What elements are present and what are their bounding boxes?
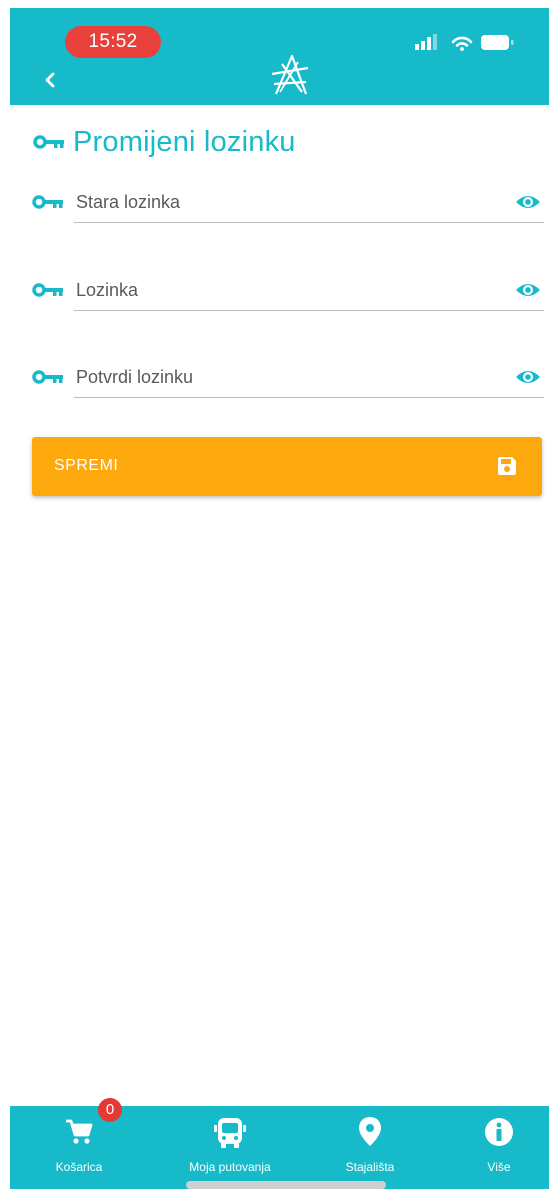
key-icon bbox=[32, 195, 63, 209]
nav-item-vise[interactable]: Više bbox=[464, 1106, 534, 1189]
key-icon bbox=[33, 135, 64, 149]
eye-icon[interactable] bbox=[514, 367, 542, 387]
cart-badge: 0 bbox=[98, 1098, 122, 1122]
confirm-password-field-row bbox=[32, 357, 544, 401]
nav-item-kosarica[interactable]: 0 Košarica bbox=[32, 1098, 126, 1189]
key-icon bbox=[32, 283, 63, 297]
nav-item-stajalista[interactable]: Stajališta bbox=[328, 1106, 412, 1189]
app-logo-icon bbox=[271, 54, 309, 95]
floppy-disk-icon bbox=[498, 457, 516, 475]
key-icon bbox=[32, 370, 63, 384]
nav-item-moja-putovanja[interactable]: Moja putovanja bbox=[168, 1106, 292, 1189]
new-password-input[interactable] bbox=[74, 270, 544, 311]
old-password-input[interactable] bbox=[74, 182, 544, 223]
signal-wifi-battery-icon bbox=[415, 34, 514, 51]
nav-label-stajalista: Stajališta bbox=[345, 1160, 395, 1174]
back-button[interactable] bbox=[42, 68, 58, 92]
old-password-field-row bbox=[32, 182, 544, 226]
page-title: Promijeni lozinku bbox=[73, 125, 296, 158]
status-icons bbox=[401, 30, 521, 54]
nav-label-kosarica: Košarica bbox=[55, 1160, 103, 1174]
home-indicator[interactable] bbox=[186, 1181, 386, 1189]
eye-icon[interactable] bbox=[514, 280, 542, 300]
nav-label-moja-putovanja: Moja putovanja bbox=[189, 1160, 271, 1174]
info-icon bbox=[485, 1118, 513, 1146]
app-logo bbox=[268, 52, 312, 98]
new-password-field-row bbox=[32, 270, 544, 314]
confirm-password-input[interactable] bbox=[74, 357, 544, 398]
nav-label-vise: Više bbox=[487, 1160, 511, 1174]
cart-icon bbox=[66, 1119, 93, 1144]
bottom-navigation: 0 Košarica Moja putovanja Stajališta Viš… bbox=[10, 1098, 549, 1189]
eye-icon[interactable] bbox=[514, 192, 542, 212]
page-title-row: Promijeni lozinku bbox=[33, 124, 296, 160]
bus-icon bbox=[214, 1118, 246, 1148]
top-app-bar: 15:52 bbox=[10, 8, 549, 105]
location-pin-icon bbox=[359, 1117, 381, 1146]
chevron-left-icon bbox=[45, 72, 55, 88]
save-button[interactable]: SPREMI bbox=[32, 437, 542, 496]
status-time: 15:52 bbox=[65, 26, 161, 58]
save-button-label: SPREMI bbox=[54, 457, 119, 474]
